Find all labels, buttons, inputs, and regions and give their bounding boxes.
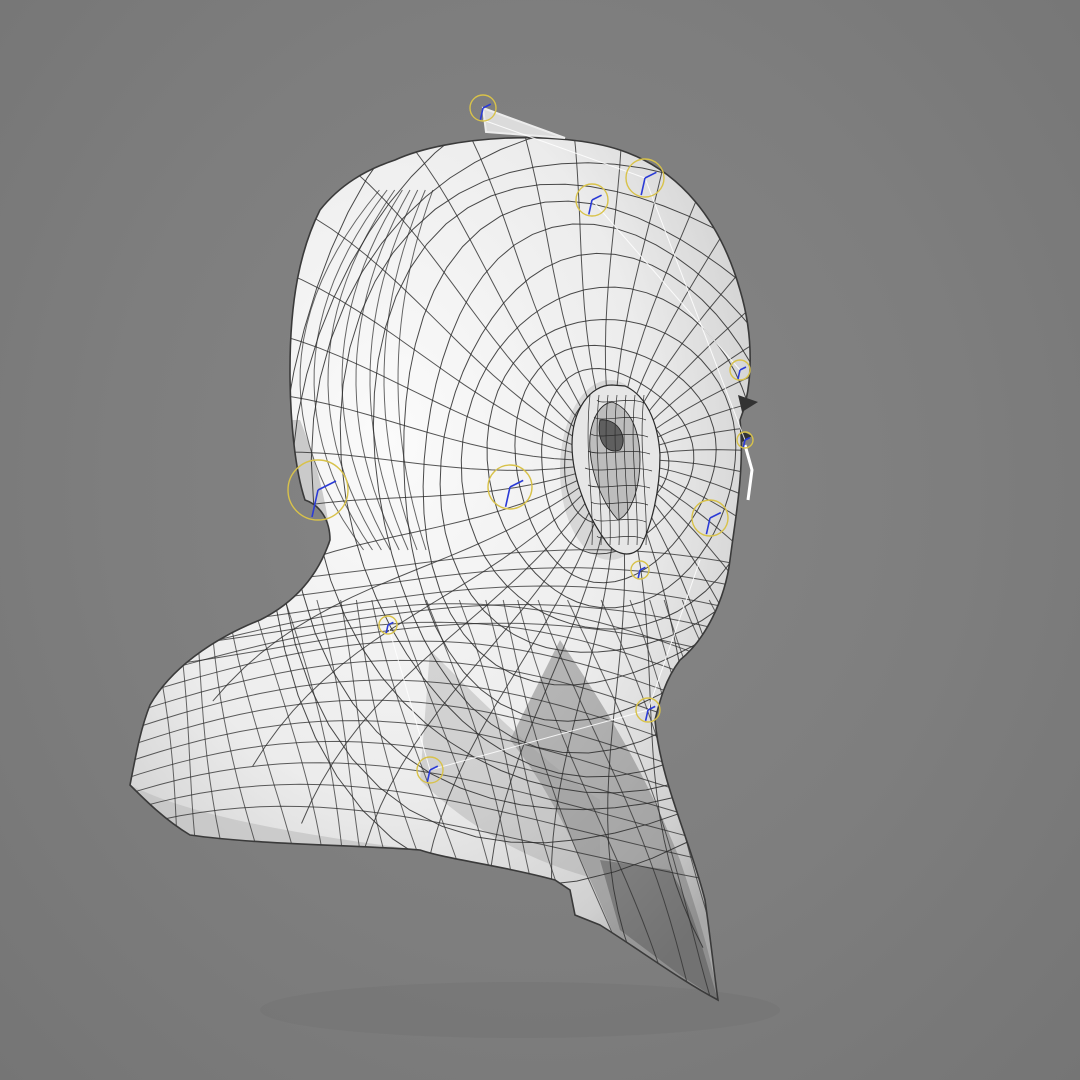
edge-loop — [742, 599, 751, 1000]
3d-viewport[interactable] — [0, 0, 1080, 1080]
mesh-scene[interactable] — [0, 0, 1080, 1080]
head-top-control[interactable] — [469, 94, 497, 122]
edge-loop — [708, 599, 751, 1000]
